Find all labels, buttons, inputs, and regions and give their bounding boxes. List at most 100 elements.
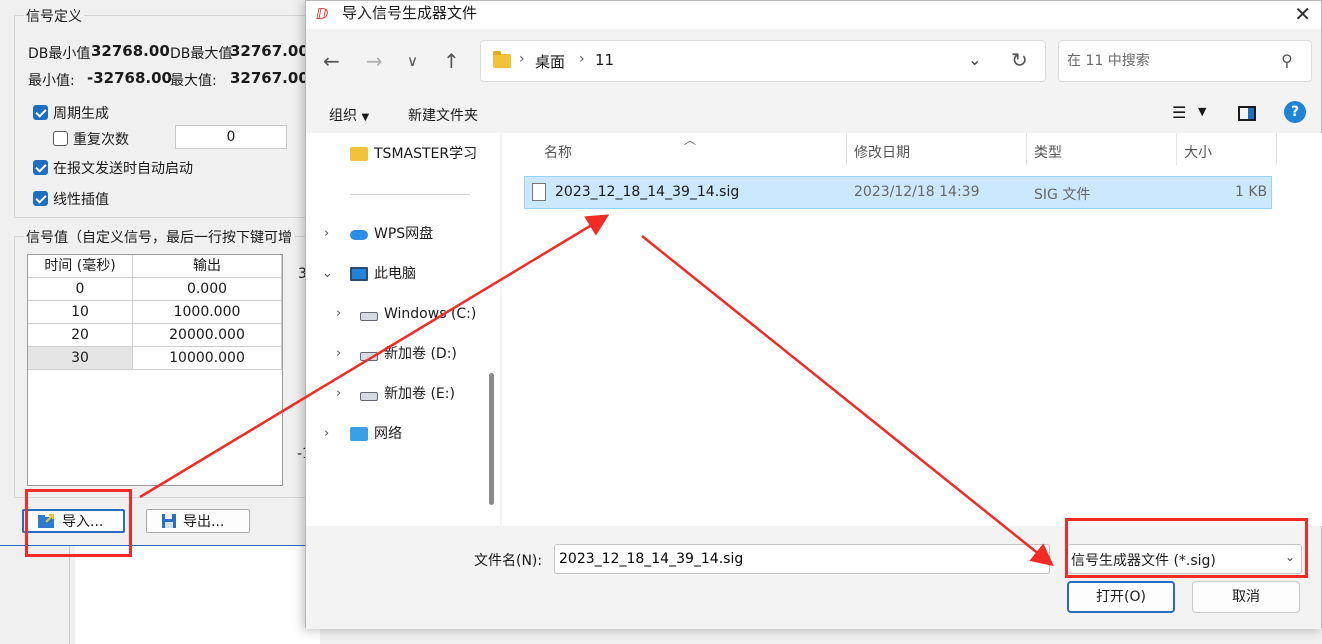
- filename-dropdown-icon[interactable]: ⌄: [1034, 548, 1045, 563]
- column-header-name[interactable]: 名称: [544, 142, 572, 162]
- filename-label: 文件名(N):: [474, 553, 543, 569]
- column-divider[interactable]: [846, 133, 847, 165]
- drive-icon: [360, 352, 378, 361]
- breadcrumb-desktop[interactable]: 桌面: [535, 51, 565, 72]
- signal-values-title: 信号值（自定义信号，最后一行按下键可增: [24, 227, 294, 247]
- view-dropdown-icon[interactable]: ▼: [1198, 105, 1206, 118]
- save-disk-icon: [162, 514, 176, 528]
- chevron-right-icon[interactable]: ›: [336, 300, 341, 328]
- table-row[interactable]: 10 1000.000: [28, 301, 282, 324]
- min-value: -32768.00: [87, 69, 172, 87]
- chevron-down-icon[interactable]: ∨: [407, 52, 418, 70]
- organize-menu[interactable]: 组织 ▼: [329, 105, 369, 125]
- refresh-icon[interactable]: ↻: [1011, 48, 1028, 72]
- repeat-label: 重复次数: [73, 132, 129, 148]
- search-box[interactable]: ⚲: [1058, 40, 1312, 82]
- nav-scrollbar-thumb[interactable]: [489, 373, 494, 505]
- arrow-up-icon[interactable]: ↑: [443, 49, 460, 73]
- arrow-left-icon[interactable]: ←: [323, 49, 340, 73]
- time-cell[interactable]: 10: [28, 301, 133, 323]
- column-divider[interactable]: [1276, 133, 1277, 165]
- nav-item-tsmaster[interactable]: TSMASTER学习: [306, 140, 486, 168]
- nav-item-drive-c[interactable]: › Windows (C:): [306, 300, 486, 328]
- column-header-modified[interactable]: 修改日期: [854, 142, 910, 162]
- chevron-right-icon[interactable]: ›: [324, 420, 329, 448]
- lower-pane-content: [75, 546, 320, 644]
- help-icon[interactable]: ?: [1284, 101, 1306, 123]
- export-button[interactable]: 导出...: [146, 509, 250, 533]
- close-icon[interactable]: ✕: [1294, 2, 1311, 26]
- chevron-right-icon[interactable]: ›: [336, 380, 341, 408]
- nav-item-drive-e[interactable]: › 新加卷 (E:): [306, 380, 486, 408]
- column-header-size[interactable]: 大小: [1184, 142, 1212, 162]
- repeat-count-input[interactable]: 0: [175, 125, 287, 149]
- column-header-type[interactable]: 类型: [1034, 142, 1062, 162]
- view-list-icon[interactable]: ☰: [1172, 103, 1186, 122]
- max-label: 最大值:: [170, 73, 217, 89]
- navigation-pane[interactable]: TSMASTER学习 › WPS网盘 ⌄ 此电脑 › Windows (C:) …: [306, 133, 500, 526]
- nav-item-this-pc[interactable]: ⌄ 此电脑: [306, 260, 486, 288]
- organize-dropdown-icon: ▼: [361, 112, 370, 123]
- nav-separator: [350, 194, 470, 195]
- auto-start-checkbox[interactable]: [33, 160, 48, 175]
- auto-start-label: 在报文发送时自动启动: [53, 161, 193, 177]
- annotation-box-filter: [1065, 518, 1308, 578]
- nav-item-label: 网络: [374, 426, 402, 442]
- lower-pane: [0, 546, 70, 644]
- dialog-titlebar[interactable]: ⅅ 导入信号生成器文件 ✕: [306, 1, 1321, 29]
- table-row[interactable]: 0 0.000: [28, 278, 282, 301]
- export-label: 导出...: [183, 514, 225, 530]
- output-column-header[interactable]: 输出: [133, 255, 282, 277]
- sort-ascending-icon: ︿: [684, 133, 697, 147]
- output-cell[interactable]: 20000.000: [133, 324, 282, 346]
- arrow-right-icon[interactable]: →: [366, 49, 383, 73]
- chevron-right-icon[interactable]: ›: [324, 220, 329, 248]
- signal-values-table[interactable]: 时间 (毫秒) 输出 0 0.000 10 1000.000 20 20000.…: [27, 254, 283, 486]
- time-cell[interactable]: 30: [28, 347, 133, 369]
- chevron-down-icon[interactable]: ⌄: [322, 260, 333, 288]
- cancel-button[interactable]: 取消: [1192, 581, 1300, 613]
- open-button[interactable]: 打开(O): [1067, 581, 1175, 613]
- breadcrumb-current[interactable]: 11: [595, 51, 614, 69]
- column-divider[interactable]: [1176, 133, 1177, 165]
- search-icon[interactable]: ⚲: [1281, 51, 1293, 70]
- periodic-checkbox[interactable]: [33, 105, 48, 120]
- address-dropdown-icon[interactable]: ⌄: [968, 50, 981, 69]
- output-cell[interactable]: 0.000: [133, 278, 282, 300]
- file-list[interactable]: ︿ 名称 修改日期 类型 大小 2023_12_18_14_39_14.sig …: [502, 133, 1322, 526]
- nav-item-drive-d[interactable]: › 新加卷 (D:): [306, 340, 486, 368]
- search-input[interactable]: [1067, 50, 1267, 72]
- dialog-title: 导入信号生成器文件: [342, 4, 478, 22]
- time-cell[interactable]: 20: [28, 324, 133, 346]
- repeat-checkbox[interactable]: [53, 131, 68, 146]
- column-divider[interactable]: [1026, 133, 1027, 165]
- preview-pane-icon[interactable]: [1238, 106, 1256, 121]
- navigation-bar: ← → ∨ ↑ › 桌面 › 11 ⌄ ↻ ⚲: [306, 29, 1321, 93]
- new-folder-button[interactable]: 新建文件夹: [408, 105, 478, 125]
- table-row[interactable]: 20 20000.000: [28, 324, 282, 347]
- annotation-box-import: [25, 489, 132, 557]
- folder-icon: [350, 147, 368, 161]
- dialog-toolbar: 组织 ▼ 新建文件夹 ☰ ▼ ?: [306, 93, 1321, 133]
- breadcrumb-separator: ›: [519, 51, 525, 67]
- output-cell[interactable]: 1000.000: [133, 301, 282, 323]
- min-label: 最小值:: [28, 73, 75, 89]
- file-size: 1 KB: [1235, 184, 1268, 200]
- filename-input[interactable]: [554, 544, 1050, 574]
- computer-icon: [350, 267, 368, 281]
- table-row[interactable]: 30 10000.000: [28, 347, 282, 370]
- nav-item-label: 此电脑: [374, 266, 416, 282]
- nav-item-wps[interactable]: › WPS网盘: [306, 220, 486, 248]
- file-name: 2023_12_18_14_39_14.sig: [555, 184, 740, 200]
- signal-definition-title: 信号定义: [24, 6, 84, 26]
- file-type: SIG 文件: [1034, 187, 1091, 203]
- output-cell[interactable]: 10000.000: [133, 347, 282, 369]
- time-column-header[interactable]: 时间 (毫秒): [28, 255, 133, 277]
- chevron-right-icon[interactable]: ›: [336, 340, 341, 368]
- address-bar[interactable]: › 桌面 › 11 ⌄ ↻: [480, 40, 1046, 82]
- tsmaster-logo-icon: ⅅ: [316, 5, 329, 23]
- nav-item-network[interactable]: › 网络: [306, 420, 486, 448]
- file-row-selected[interactable]: 2023_12_18_14_39_14.sig 2023/12/18 14:39…: [524, 176, 1272, 209]
- linear-interp-checkbox[interactable]: [33, 191, 48, 206]
- time-cell[interactable]: 0: [28, 278, 133, 300]
